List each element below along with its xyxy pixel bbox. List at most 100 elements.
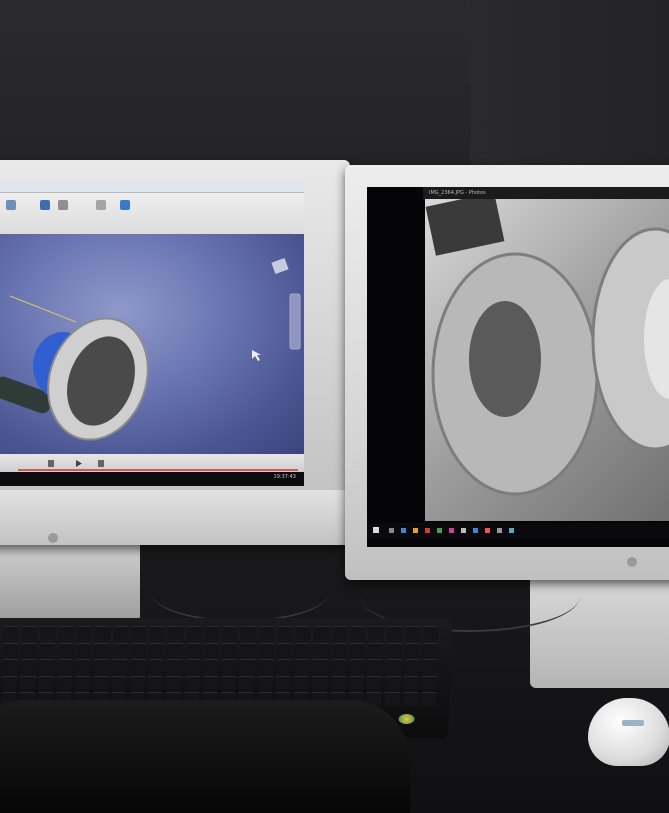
keyboard-key: [313, 642, 329, 657]
keyboard-key: [384, 675, 401, 690]
keyboard-key: [420, 692, 437, 706]
view-cube-icon[interactable]: [271, 257, 289, 275]
keyboard-key: [39, 642, 55, 657]
keyboard-key: [331, 626, 348, 640]
right-monitor: IMG_2364.JPG - Photos: [345, 165, 669, 580]
taskbar-app-icon[interactable]: [461, 528, 466, 533]
keyboard-key: [3, 626, 20, 640]
cad-model-render: [0, 257, 301, 441]
keyboard-key: [93, 659, 110, 673]
dark-block: [425, 199, 505, 256]
taskbar-icons: [373, 527, 514, 533]
keyboard-key: [149, 626, 166, 640]
keyboard-key: [421, 675, 438, 690]
keyboard-key: [404, 642, 420, 657]
keyboard-key: [367, 659, 383, 673]
keyboard-key: [111, 659, 128, 673]
keyboard-key: [221, 659, 237, 673]
keyboard-key: [312, 659, 329, 673]
keyboard-logo-icon: [398, 714, 415, 724]
keyboard-key: [94, 626, 111, 640]
keyboard-key: [294, 659, 310, 673]
keyboard-key: [21, 626, 38, 640]
metal-rings-image: [425, 199, 669, 496]
keyboard-key: [2, 659, 18, 673]
keyboard-key: [185, 626, 202, 640]
keyboard-key: [167, 626, 184, 640]
taskbar-app-icon[interactable]: [401, 528, 406, 533]
apple-logo-icon: [48, 533, 58, 543]
keyboard-key: [240, 626, 257, 640]
keyboard-key: [348, 659, 365, 673]
right-monitor-screen: IMG_2364.JPG - Photos: [367, 187, 669, 547]
cad-titlebar: [0, 182, 304, 193]
keyboard-key: [56, 659, 73, 673]
keyboard-key: [184, 659, 201, 673]
keyboard-key: [112, 626, 129, 640]
taskbar-app-icon[interactable]: [473, 528, 478, 533]
keyboard-key: [76, 626, 93, 640]
cable: [150, 560, 330, 622]
keyboard-key: [331, 642, 347, 657]
keyboard-key: [92, 675, 109, 690]
keyboard-key: [203, 642, 220, 657]
keyboard-key: [39, 626, 56, 640]
keyboard-key: [167, 642, 183, 657]
keyboard-key: [294, 642, 311, 657]
keyboard-key: [38, 659, 55, 673]
ribbon-tool-icon[interactable]: [6, 200, 16, 210]
keyboard-key: [403, 659, 420, 673]
ribbon-tool-icon[interactable]: [120, 200, 130, 210]
keyboard-key: [204, 626, 220, 640]
video-controls: [0, 454, 304, 472]
keyboard-key: [111, 675, 127, 690]
cad-viewport[interactable]: [0, 234, 304, 454]
cad-ribbon: [0, 182, 304, 235]
keyboard-key: [129, 659, 146, 673]
mouse-logo-icon: [622, 720, 644, 726]
keyboard-key: [275, 659, 292, 673]
left-monitor-screen: 19:37:43: [0, 182, 304, 486]
metal-parts-photo: [425, 199, 669, 521]
play-icon[interactable]: [76, 460, 82, 467]
keyboard-key: [311, 675, 328, 690]
taskbar-app-icon[interactable]: [425, 528, 430, 533]
keyboard-key: [112, 642, 128, 657]
keyboard-key: [129, 675, 146, 690]
taskbar-app-icon[interactable]: [485, 528, 490, 533]
keyboard-key: [367, 642, 384, 657]
keyboard-key: [148, 642, 165, 657]
taskbar-app-icon[interactable]: [437, 528, 442, 533]
keyboard-key: [21, 642, 37, 657]
keyboard-key: [257, 675, 273, 690]
previous-icon[interactable]: [48, 460, 54, 467]
keyboard-key: [366, 675, 383, 690]
next-icon[interactable]: [98, 460, 104, 467]
ribbon-tool-icon[interactable]: [58, 200, 68, 210]
keyboard-key: [220, 675, 237, 690]
keyboard-key: [238, 675, 255, 690]
view-navigation-bar[interactable]: [289, 293, 301, 350]
left-taskbar: 19:37:43: [0, 472, 304, 486]
taskbar-app-icon[interactable]: [497, 528, 502, 533]
taskbar-app-icon[interactable]: [413, 528, 418, 533]
ribbon-tool-icon[interactable]: [40, 200, 50, 210]
keyboard-key: [348, 675, 365, 690]
keyboard-key: [386, 626, 403, 640]
desk-scene: 19:37:43 IMG_2364.JPG - Photos: [0, 0, 669, 813]
ribbon-tool-icon[interactable]: [96, 200, 106, 210]
taskbar-app-icon[interactable]: [449, 528, 454, 533]
keyboard-key: [1, 675, 18, 690]
leather-chair: [0, 700, 410, 813]
keyboard-key: [185, 642, 201, 657]
taskbar-app-icon[interactable]: [389, 528, 394, 533]
mouse: [588, 698, 669, 766]
left-monitor-stand: [0, 545, 140, 620]
windows-start-icon[interactable]: [373, 527, 379, 533]
taskbar-app-icon[interactable]: [509, 528, 514, 533]
keyboard-key: [293, 675, 310, 690]
keyboard-key: [275, 675, 292, 690]
taskbar-clock: 19:37:43: [273, 474, 296, 480]
keyboard-key: [20, 659, 37, 673]
left-monitor: 19:37:43: [0, 160, 350, 545]
